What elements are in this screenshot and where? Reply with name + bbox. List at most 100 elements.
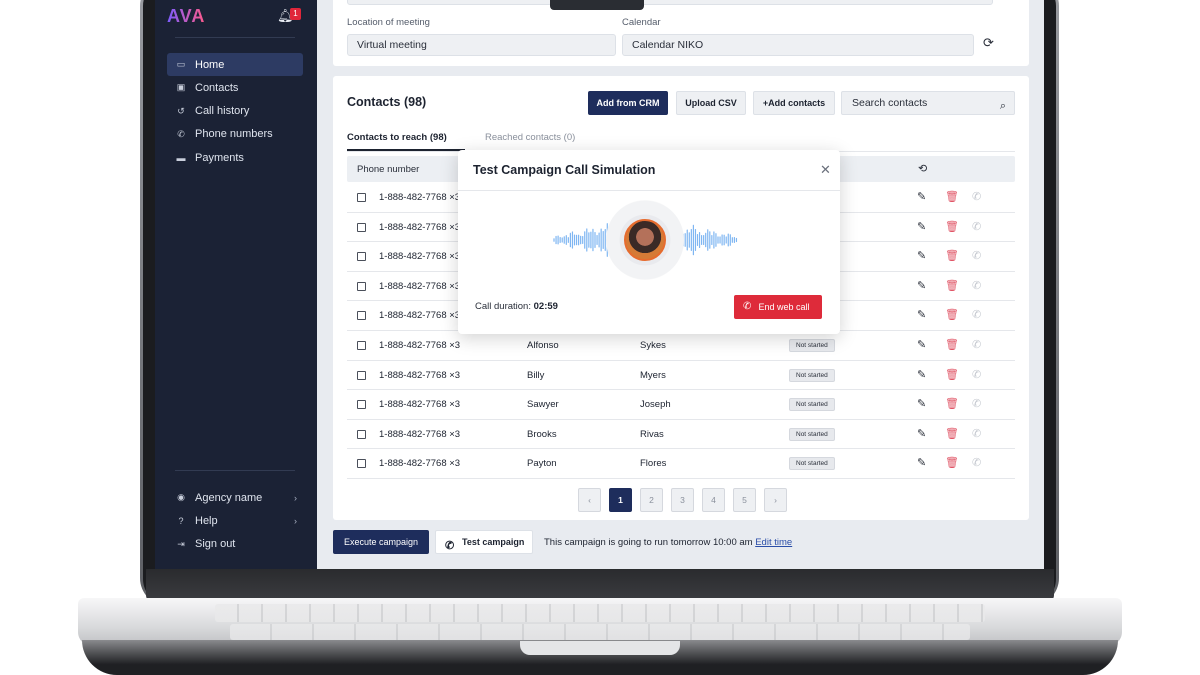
sidebar-item-phone-numbers[interactable]: ✆ Phone numbers <box>167 123 303 146</box>
phone-icon[interactable]: ✆ <box>972 456 981 469</box>
search-icon[interactable]: ⌕ <box>1000 95 1006 117</box>
table-row[interactable]: 1-888-482-7768 ×3 Brooks Rivas Not started ✎… <box>347 420 1015 450</box>
sidebar-item-help[interactable]: ? Help › <box>167 509 303 532</box>
edit-icon[interactable]: ✎ <box>917 427 926 440</box>
edit-icon[interactable]: ✎ <box>917 456 926 469</box>
laptop-mockup: AVA 🔔︎ 1 ▭ Home ▣ Contacts ↺ Call histor… <box>0 0 1200 675</box>
sidebar-item-label: Agency name <box>195 491 263 504</box>
edit-icon[interactable]: ✎ <box>917 338 926 351</box>
cell-phone: 1-888-482-7768 ×3 <box>379 428 461 440</box>
row-checkbox[interactable] <box>357 341 366 350</box>
cell-last-name: Joseph <box>640 399 671 411</box>
app-logo[interactable]: AVA <box>167 6 205 27</box>
card-icon: ▬ <box>176 152 186 163</box>
add-from-crm-button[interactable]: Add from CRM <box>588 91 668 115</box>
status-badge: Not started <box>789 457 835 471</box>
row-checkbox[interactable] <box>357 222 366 232</box>
trash-icon[interactable]: 🗑︎ <box>945 279 959 292</box>
sidebar-item-agency[interactable]: ◉ Agency name › <box>167 486 303 509</box>
previous-field[interactable] <box>622 0 993 5</box>
column-phone-number[interactable]: Phone number <box>357 164 419 175</box>
cell-last-name: Rivas <box>640 428 664 440</box>
tab-reached-contacts[interactable]: Reached contacts (0) <box>485 132 575 143</box>
user-circle-icon: ◉ <box>177 492 185 502</box>
edit-icon[interactable]: ✎ <box>917 249 926 262</box>
pagination-page-3[interactable]: 3 <box>671 488 694 512</box>
phone-icon[interactable]: ✆ <box>972 397 981 410</box>
sidebar-item-label: Contacts <box>195 81 239 94</box>
trash-icon[interactable]: 🗑︎ <box>945 338 959 351</box>
row-checkbox[interactable] <box>357 459 366 469</box>
execute-campaign-button[interactable]: Execute campaign <box>333 530 429 554</box>
table-row[interactable]: 1-888-482-7768 ×3 Sawyer Joseph Not started… <box>347 390 1015 420</box>
refresh-icon[interactable]: ⟳ <box>983 35 994 51</box>
phone-icon[interactable]: ✆ <box>972 427 981 440</box>
row-checkbox[interactable] <box>357 281 366 291</box>
row-checkbox[interactable] <box>357 311 366 321</box>
meeting-card: Location of meeting Virtual meeting Cale… <box>333 0 1029 66</box>
close-icon[interactable]: ✕ <box>820 162 831 178</box>
phone-icon[interactable]: ✆ <box>972 338 981 351</box>
sidebar-item-payments[interactable]: ▬ Payments <box>167 146 303 169</box>
row-checkbox[interactable] <box>357 400 366 410</box>
trash-icon[interactable]: 🗑︎ <box>945 368 959 381</box>
trash-icon[interactable]: 🗑︎ <box>945 220 959 233</box>
location-field[interactable]: Virtual meeting <box>347 34 616 56</box>
cell-phone: 1-888-482-7768 ×3 <box>379 310 461 322</box>
edit-icon[interactable]: ✎ <box>917 308 926 321</box>
edit-icon[interactable]: ✎ <box>917 220 926 233</box>
status-badge: Not started <box>789 427 835 441</box>
phone-icon[interactable]: ✆ <box>972 308 981 321</box>
table-row[interactable]: 1-888-482-7768 ×3 Billy Myers Not started ✎ 🗑… <box>347 361 1015 391</box>
trash-icon[interactable]: 🗑︎ <box>945 249 959 262</box>
search-input[interactable]: Search contacts ⌕ <box>841 91 1015 115</box>
pagination-page-5[interactable]: 5 <box>733 488 756 512</box>
trash-icon[interactable]: 🗑︎ <box>945 397 959 410</box>
edit-icon[interactable]: ✎ <box>917 279 926 292</box>
sidebar-item-label: Call history <box>195 105 250 118</box>
phone-icon[interactable]: ✆ <box>972 279 981 292</box>
calendar-select[interactable]: Calendar NIKO <box>622 34 974 56</box>
main-content: Location of meeting Virtual meeting Cale… <box>317 0 1044 569</box>
tab-contacts-to-reach[interactable]: Contacts to reach (98) <box>347 132 447 143</box>
keyboard-row <box>230 624 970 640</box>
pagination-page-4[interactable]: 4 <box>702 488 725 512</box>
phone-icon[interactable]: ✆ <box>972 368 981 381</box>
trash-icon[interactable]: 🗑︎ <box>945 427 959 440</box>
pagination-page-1[interactable]: 1 <box>609 488 632 512</box>
table-row[interactable]: 1-888-482-7768 ×3 Payton Flores Not started… <box>347 449 1015 479</box>
sidebar-item-call-history[interactable]: ↺ Call history <box>167 100 303 123</box>
add-contacts-button[interactable]: +Add contacts <box>753 91 835 115</box>
phone-icon[interactable]: ✆ <box>972 190 981 203</box>
end-web-call-button[interactable]: ✆ End web call <box>734 295 822 319</box>
sidebar-item-sign-out[interactable]: ⇥ Sign out <box>167 533 303 556</box>
table-row[interactable]: 1-888-482-7768 ×3 Alfonso Sykes Not started… <box>347 331 1015 361</box>
pagination-page-2[interactable]: 2 <box>640 488 663 512</box>
edit-icon[interactable]: ✎ <box>917 397 926 410</box>
sign-out-icon: ⇥ <box>177 538 185 549</box>
row-checkbox[interactable] <box>357 193 366 202</box>
edit-icon[interactable]: ✎ <box>917 190 926 203</box>
test-campaign-button[interactable]: ✆ Test campaign <box>435 530 533 554</box>
history-icon: ↺ <box>177 105 185 116</box>
cell-last-name: Myers <box>640 369 666 381</box>
upload-csv-button[interactable]: Upload CSV <box>676 91 746 115</box>
trash-icon[interactable]: 🗑︎ <box>945 308 959 321</box>
phone-icon[interactable]: ✆ <box>972 220 981 233</box>
pagination-next-button[interactable]: › <box>764 488 787 512</box>
row-checkbox[interactable] <box>357 370 366 380</box>
row-checkbox[interactable] <box>357 429 366 439</box>
edit-time-link[interactable]: Edit time <box>755 537 792 548</box>
trash-icon[interactable]: 🗑︎ <box>945 456 959 469</box>
cell-first-name: Alfonso <box>527 340 559 351</box>
refresh-icon[interactable]: ⟲ <box>918 162 927 175</box>
sidebar-item-label: Payments <box>195 151 244 164</box>
trash-icon[interactable]: 🗑︎ <box>945 190 959 203</box>
sidebar-item-home[interactable]: ▭ Home <box>167 53 303 76</box>
edit-icon[interactable]: ✎ <box>917 368 926 381</box>
phone-icon[interactable]: ✆ <box>972 249 981 262</box>
pagination-prev-button[interactable]: ‹ <box>578 488 601 512</box>
sidebar-item-contacts[interactable]: ▣ Contacts <box>167 76 303 99</box>
status-badge: Not started <box>789 398 835 412</box>
row-checkbox[interactable] <box>357 252 366 262</box>
